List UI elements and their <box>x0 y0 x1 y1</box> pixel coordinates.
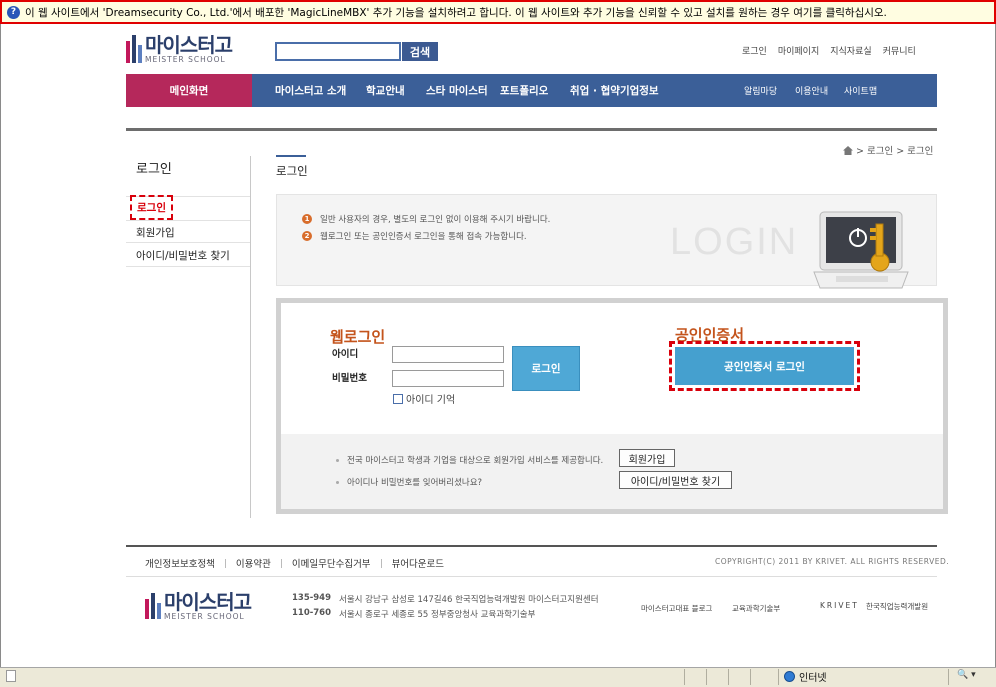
partner-link-blog[interactable]: 마이스터고대표 블로그 <box>641 603 712 614</box>
page-title: 로그인 <box>276 164 308 178</box>
utility-links: 로그인 마이페이지 지식자료실 커뮤니티 <box>742 44 916 57</box>
sidebar-item-join[interactable]: 회원가입 <box>136 225 175 240</box>
join-info: 전국 마이스터고 학생과 기업을 대상으로 회원가입 서비스를 제공합니다. <box>336 454 603 466</box>
util-link-community[interactable]: 커뮤니티 <box>883 44 916 57</box>
id-label: 아이디 <box>332 349 359 360</box>
zoom-control[interactable]: 🔍 ▾ <box>957 670 976 680</box>
footer-divider <box>126 576 937 577</box>
logo-text-ko: 마이스터고 <box>164 590 252 614</box>
sidebar-title: 로그인 <box>136 162 172 177</box>
breadcrumb-item: > 로그인 <box>896 146 934 157</box>
nav-sub-notice[interactable]: 알림마당 <box>744 74 777 107</box>
status-separator <box>728 669 729 685</box>
join-button[interactable]: 회원가입 <box>619 449 675 467</box>
nav-main-home[interactable]: 메인화면 <box>126 74 252 107</box>
sidebar-divider <box>126 266 250 267</box>
sidebar-item-find-account[interactable]: 아이디/비밀번호 찾기 <box>136 248 230 263</box>
zip-code: 110-760 <box>292 608 332 618</box>
footer-link-viewer[interactable]: 뷰어다운로드 <box>392 556 444 570</box>
address-line: 135-949 서울시 강남구 삼성로 147길46 한국직업능력개발원 마이스… <box>292 593 599 605</box>
login-button[interactable]: 로그인 <box>512 346 580 391</box>
partner-link-krivet-ko[interactable]: 한국직업능력개발원 <box>866 601 928 612</box>
find-info: 아이디나 비밀번호를 잊어버리셨나요? <box>336 476 482 488</box>
login-watermark: LOGIN <box>670 221 799 263</box>
browser-status-bar <box>0 667 996 687</box>
notice-item: 1 일반 사용자의 경우, 별도의 로그인 없이 이용해 주시기 바랍니다. <box>302 213 550 225</box>
address-text: 서울시 종로구 세종로 55 정부중앙청사 교육과학기술부 <box>339 610 536 620</box>
footer-link-privacy[interactable]: 개인정보보호정책 <box>145 556 215 570</box>
security-zone-label: 인터넷 <box>799 673 827 684</box>
logo-text-en: MEISTER SCHOOL <box>145 55 226 64</box>
find-account-button[interactable]: 아이디/비밀번호 찾기 <box>619 471 732 489</box>
address-text: 서울시 강남구 삼성로 147길46 한국직업능력개발원 마이스터고지원센터 <box>339 595 599 605</box>
copyright: COPYRIGHT(C) 2011 BY KRIVET. ALL RIGHTS … <box>715 557 950 566</box>
number-badge: 2 <box>302 231 312 241</box>
logo-mark-icon <box>145 593 161 620</box>
util-link-library[interactable]: 지식자료실 <box>830 44 871 57</box>
logo-text-en: MEISTER SCHOOL <box>164 612 245 621</box>
laptop-key-icon <box>813 211 909 289</box>
info-bar[interactable]: ? 이 웹 사이트에서 'Dreamsecurity Co., Ltd.'에서 … <box>0 0 996 24</box>
logo-mark-icon <box>126 35 142 64</box>
home-icon[interactable] <box>843 145 853 155</box>
breadcrumb: > 로그인 > 로그인 <box>843 143 933 157</box>
header-divider <box>126 128 937 131</box>
search-input[interactable] <box>275 42 401 61</box>
password-input[interactable] <box>392 370 504 387</box>
cert-login-highlight: 공인인증서 로그인 <box>669 341 860 391</box>
sidebar-divider <box>126 242 250 243</box>
notice-text: 웹로그인 또는 공인인증서 로그인을 통해 접속 가능합니다. <box>320 232 527 242</box>
status-separator <box>684 669 685 685</box>
nav-item-school[interactable]: 학교안내 <box>366 74 405 107</box>
util-link-login[interactable]: 로그인 <box>742 44 767 57</box>
id-input[interactable] <box>392 346 504 363</box>
status-separator <box>948 669 949 685</box>
page-icon <box>6 670 16 682</box>
globe-icon <box>784 671 795 682</box>
find-info-text: 아이디나 비밀번호를 잊어버리셨나요? <box>347 478 483 488</box>
nav-item-about[interactable]: 마이스터고 소개 <box>275 74 346 107</box>
title-accent-line <box>276 155 306 157</box>
sidebar-divider <box>126 220 250 221</box>
remember-id[interactable]: 아이디 기억 <box>393 391 455 406</box>
info-icon: ? <box>7 5 20 19</box>
util-link-mypage[interactable]: 마이페이지 <box>778 44 819 57</box>
search-button[interactable]: 검색 <box>402 42 438 61</box>
remember-id-label: 아이디 기억 <box>406 395 456 406</box>
footer-link-terms[interactable]: 이용약관 <box>236 556 271 570</box>
nav-sub-guide[interactable]: 이용안내 <box>795 74 828 107</box>
zip-code: 135-949 <box>292 593 332 603</box>
partner-link-ministry[interactable]: 교육과학기술부 <box>732 603 780 614</box>
partner-link-krivet[interactable]: KRIVET <box>820 601 859 610</box>
sidebar-border <box>250 156 251 518</box>
footer-link-email-policy[interactable]: 이메일무단수집거부 <box>292 556 371 570</box>
nav-item-portfolio[interactable]: 포트폴리오 <box>500 74 548 107</box>
logo-text-ko: 마이스터고 <box>145 33 233 57</box>
security-zone[interactable]: 인터넷 <box>784 669 827 684</box>
nav-item-jobs[interactable]: 취업 · 협약기업정보 <box>570 74 659 107</box>
footer-logo: 마이스터고 MEISTER SCHOOL <box>145 590 252 621</box>
footer-divider <box>126 545 937 547</box>
site-logo[interactable]: 마이스터고 MEISTER SCHOOL <box>126 33 233 64</box>
footer-links: 개인정보보호정책 이용약관 이메일무단수집거부 뷰어다운로드 <box>145 556 444 570</box>
number-badge: 1 <box>302 214 312 224</box>
web-login-title: 웹로그인 <box>330 328 386 346</box>
status-separator <box>778 669 779 685</box>
notice-text: 일반 사용자의 경우, 별도의 로그인 없이 이용해 주시기 바랍니다. <box>320 215 551 225</box>
address-line: 110-760 서울시 종로구 세종로 55 정부중앙청사 교육과학기술부 <box>292 608 535 620</box>
password-label: 비밀번호 <box>332 373 367 384</box>
breadcrumb-item[interactable]: > 로그인 <box>856 143 893 157</box>
status-separator <box>706 669 707 685</box>
nav-item-star-meister[interactable]: 스타 마이스터 <box>426 74 488 107</box>
login-panel-lower <box>281 434 943 509</box>
nav-sub-sitemap[interactable]: 사이트맵 <box>844 74 877 107</box>
sidebar-item-login[interactable]: 로그인 <box>130 195 173 220</box>
notice-item: 2 웹로그인 또는 공인인증서 로그인을 통해 접속 가능합니다. <box>302 230 527 242</box>
join-info-text: 전국 마이스터고 학생과 기업을 대상으로 회원가입 서비스를 제공합니다. <box>347 456 604 466</box>
status-separator <box>750 669 751 685</box>
info-bar-message[interactable]: 이 웹 사이트에서 'Dreamsecurity Co., Ltd.'에서 배포… <box>25 5 887 20</box>
cert-login-button[interactable]: 공인인증서 로그인 <box>675 347 854 385</box>
remember-id-checkbox[interactable] <box>393 393 403 404</box>
